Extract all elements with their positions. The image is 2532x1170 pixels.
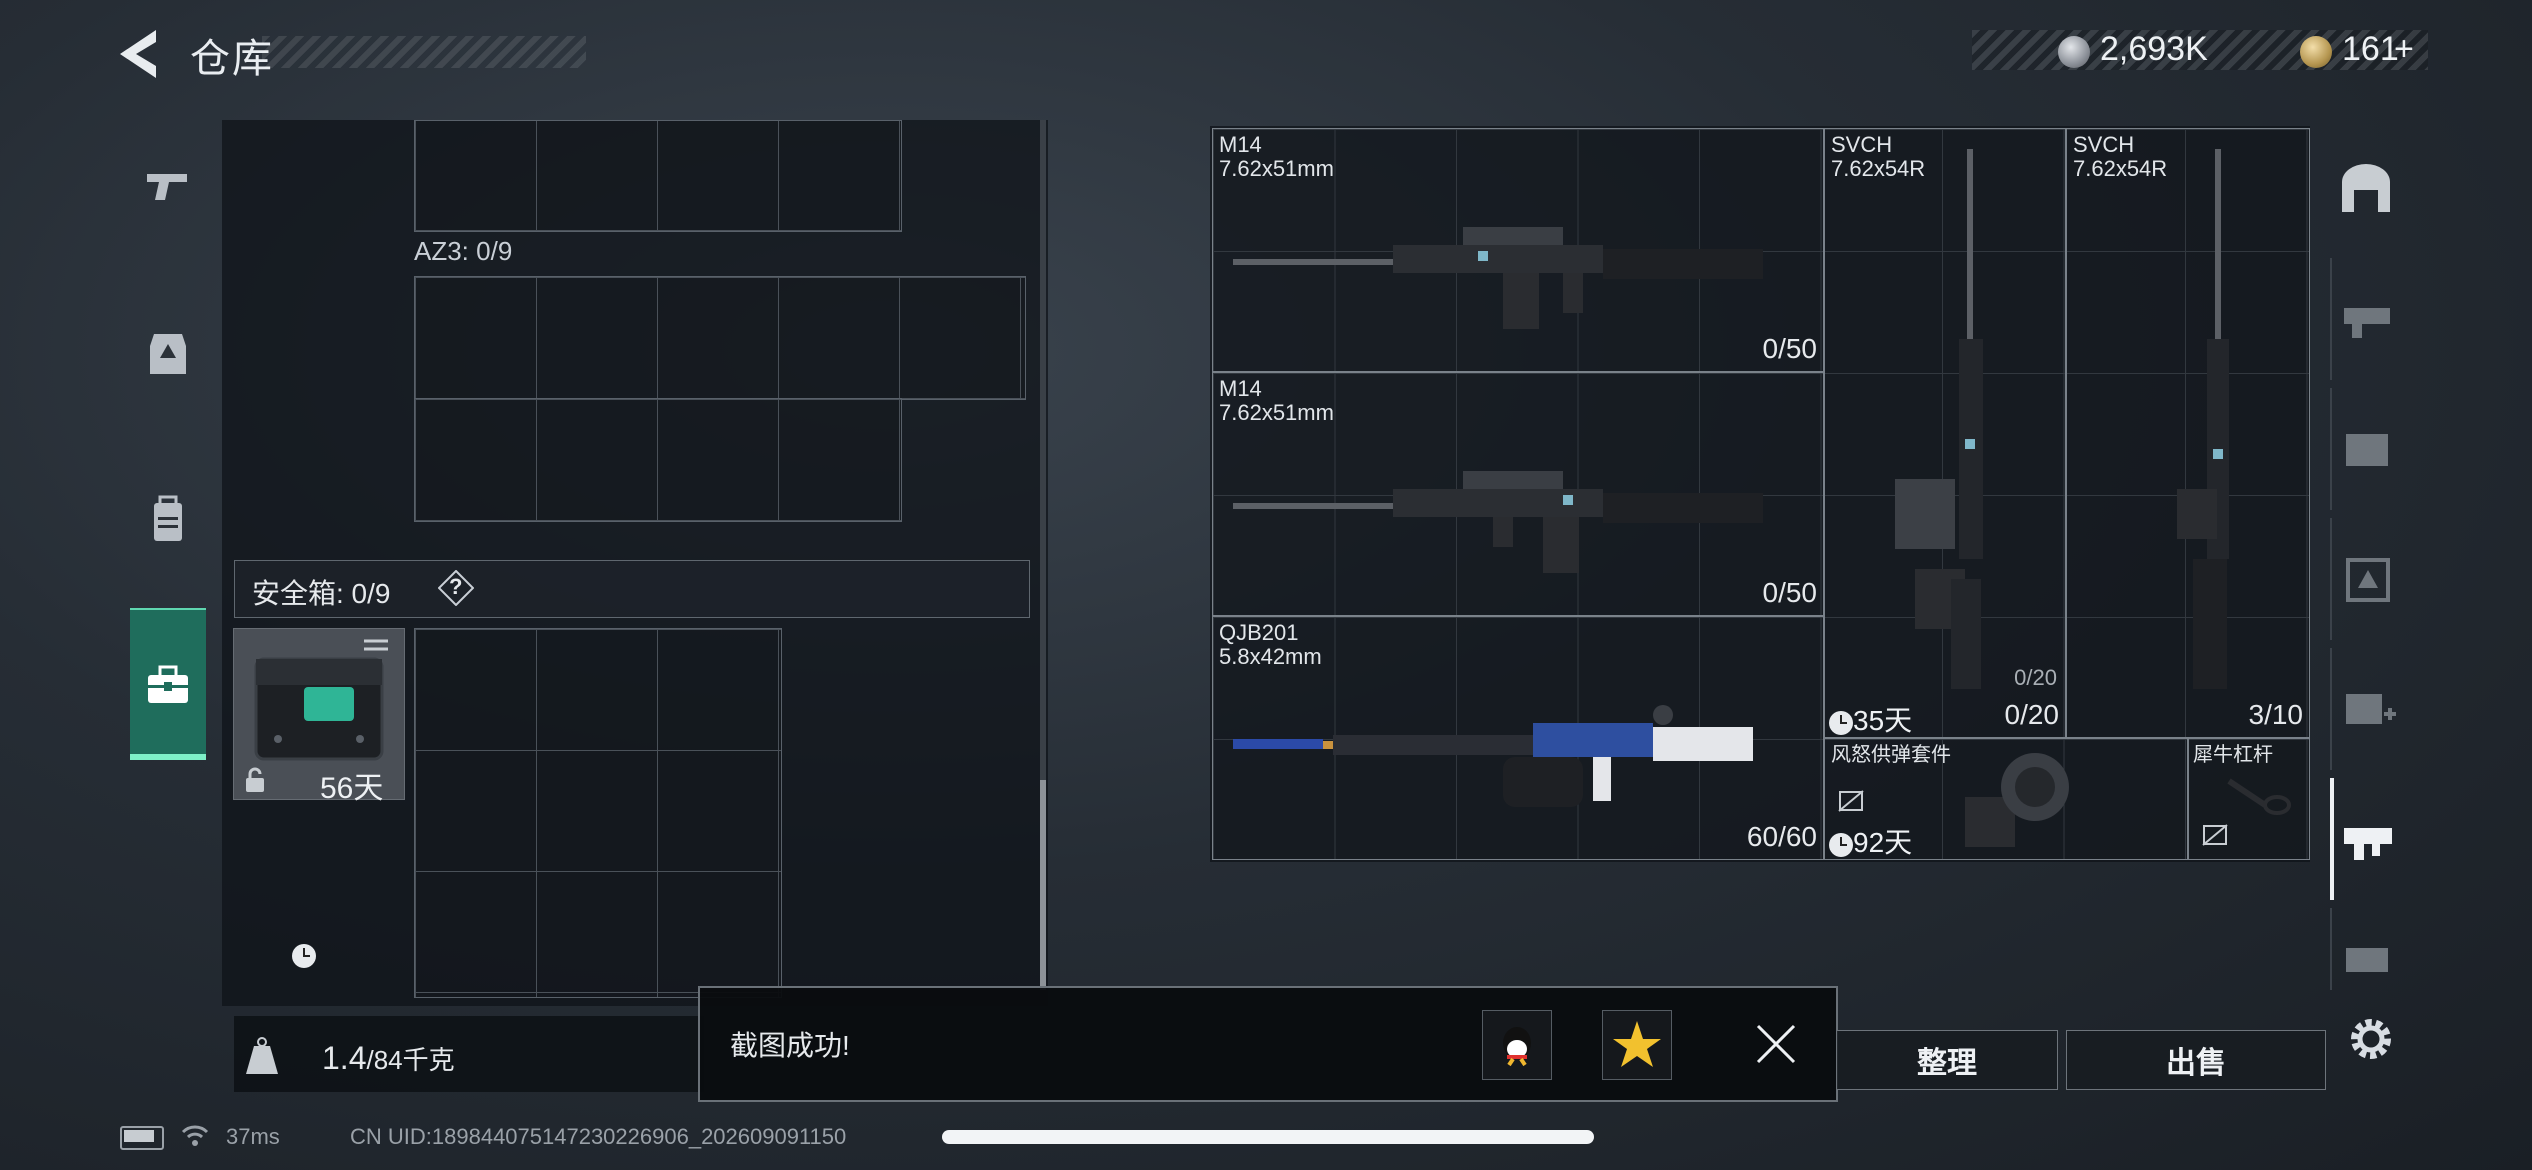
pistol-icon <box>147 174 187 200</box>
attachment-slot-lever[interactable]: 犀牛杠杆 <box>2188 738 2310 860</box>
weight-panel <box>234 1016 704 1092</box>
weight-icon <box>246 1037 278 1074</box>
safe-box-item[interactable]: 56天 <box>233 628 405 968</box>
title-decoration <box>262 36 586 68</box>
category-sidebar <box>118 116 218 774</box>
gold-amount: 161 <box>2342 30 2399 68</box>
tier3-weapon-icon <box>2344 828 2392 860</box>
m14-rifle-image <box>1233 227 1763 329</box>
weapon-slot-m14-1[interactable]: M14 7.62x51mm 0/50 <box>1212 128 1824 372</box>
az3-grid-row2[interactable] <box>414 398 902 522</box>
share-qq-button[interactable] <box>1482 1010 1552 1080</box>
sidebar-item-armor[interactable] <box>130 284 206 424</box>
weight-value: 1.4/84千克 <box>322 1040 455 1077</box>
attachment-days: 92天 <box>1853 827 1913 858</box>
gold-coin-icon <box>2300 36 2332 68</box>
qjb201-rifle-image <box>1233 705 1753 807</box>
weapon-name: M14 <box>1219 132 1262 157</box>
safe-box-grid[interactable] <box>414 628 782 998</box>
attachment-slot-mag-kit[interactable]: 风怒供弹套件 92天 <box>1824 738 2188 860</box>
tier4-misc-icon <box>2346 948 2388 972</box>
toast-message: 截图成功! <box>730 1030 850 1061</box>
weight-max: /84千克 <box>366 1045 455 1075</box>
m14-rifle-image <box>1233 471 1763 573</box>
qzone-star-icon <box>1613 1021 1661 1067</box>
svch-rifle-image <box>2177 149 2229 689</box>
safe-box-label: 安全箱: 0/9 <box>252 578 391 609</box>
back-arrow-icon <box>120 30 156 78</box>
tab-tier4-folders[interactable] <box>2330 388 2404 510</box>
storage-room-icon[interactable] <box>2338 160 2394 216</box>
toolbox-icon <box>148 665 188 703</box>
tier3-armor-icon <box>2346 558 2390 602</box>
svch-rifle-image <box>1895 149 1983 689</box>
weapon-name: M14 <box>1219 376 1262 401</box>
silver-amount: 2,693K <box>2100 30 2208 68</box>
storage-scroll-thumb[interactable] <box>1040 780 1046 990</box>
wifi-icon <box>181 1125 209 1146</box>
weapon-ammo: 0/20 <box>2004 699 2060 730</box>
right-category-nav <box>2330 150 2406 990</box>
armor-icon <box>150 334 186 374</box>
sidebar-item-weapons[interactable] <box>130 116 206 256</box>
sell-button[interactable]: 出售 <box>2066 1030 2326 1090</box>
backpack-icon <box>154 495 182 541</box>
sort-button[interactable]: 整理 <box>1836 1030 2058 1090</box>
tier4-medkit-icon <box>2346 694 2396 724</box>
sidebar-item-safebox[interactable] <box>130 608 206 760</box>
weapon-caliber: 7.62x51mm <box>1219 156 1334 181</box>
settings-gear-icon[interactable] <box>2344 1012 2398 1066</box>
weapon-ammo: 0/50 <box>1762 333 1818 364</box>
attachment-name: 犀牛杠杆 <box>2193 744 2273 766</box>
back-button[interactable] <box>116 26 166 82</box>
add-currency-button[interactable]: + <box>2394 30 2414 69</box>
weapon-name: QJB201 <box>1219 620 1299 645</box>
safe-box-days: 56天 <box>320 772 384 805</box>
tab-tier3-rifles[interactable] <box>2330 258 2404 380</box>
share-qzone-button[interactable] <box>1602 1010 1672 1080</box>
tier4-folder-icon <box>2346 434 2388 466</box>
container-grid-top[interactable] <box>414 120 902 232</box>
clock-icon <box>292 944 316 968</box>
attachment-duration: 92天 <box>1829 821 1912 861</box>
silver-coin-icon <box>2058 36 2090 68</box>
lever-image <box>2227 778 2291 815</box>
tab-tier3-armor[interactable] <box>2330 518 2404 640</box>
ping-text: 37ms <box>226 1124 280 1149</box>
home-indicator[interactable] <box>942 1130 1594 1144</box>
uid-text: CN UID:189844075147230226906_20260909115… <box>350 1124 847 1149</box>
weight-current: 1.4 <box>322 1040 367 1076</box>
az3-label: AZ3: 0/9 <box>414 236 513 266</box>
tab-tier3-weapons[interactable] <box>2330 778 2406 900</box>
weapon-ammo: 0/50 <box>1762 577 1818 608</box>
weapon-slot-svch-1[interactable]: SVCH 7.62x54R 0/20 35天 0/20 <box>1824 128 2066 738</box>
tier3-rifle-icon <box>2344 308 2390 338</box>
attachment-name: 风怒供弹套件 <box>1831 744 1951 766</box>
clock-icon <box>1829 832 1853 857</box>
az3-grid-row1[interactable] <box>414 276 1026 400</box>
battery-icon <box>120 1126 164 1150</box>
close-icon <box>1756 1024 1796 1064</box>
no-mod-icon <box>2202 824 2228 846</box>
weapon-ammo: 60/60 <box>1746 821 1817 852</box>
weapon-duration: 35天 <box>1829 699 1912 739</box>
lock-icon <box>246 767 264 792</box>
weapon-caliber: 5.8x42mm <box>1219 644 1322 669</box>
clock-icon <box>1829 710 1853 735</box>
qq-icon <box>1503 1027 1531 1067</box>
no-mod-icon <box>1838 790 1864 812</box>
help-mark: ? <box>449 574 463 599</box>
weapon-slot-m14-2[interactable]: M14 7.62x51mm 0/50 <box>1212 372 1824 616</box>
weapon-caliber: 7.62x51mm <box>1219 400 1334 425</box>
close-toast-button[interactable] <box>1752 1020 1800 1068</box>
weapon-slot-qjb201[interactable]: QJB201 5.8x42mm 60/60 <box>1212 616 1824 860</box>
weapon-ammo: 3/10 <box>2248 699 2304 730</box>
drum-magazine-image <box>1965 753 2069 847</box>
weapon-slot-svch-2[interactable]: SVCH 7.62x54R 3/10 <box>2066 128 2310 738</box>
tab-tier4-misc[interactable] <box>2330 908 2404 990</box>
sidebar-item-backpack[interactable] <box>130 450 206 590</box>
weapon-ammo-small: 0/20 <box>2014 665 2057 690</box>
tab-tier4-medical[interactable] <box>2330 648 2404 770</box>
weapon-days: 35天 <box>1853 705 1913 736</box>
